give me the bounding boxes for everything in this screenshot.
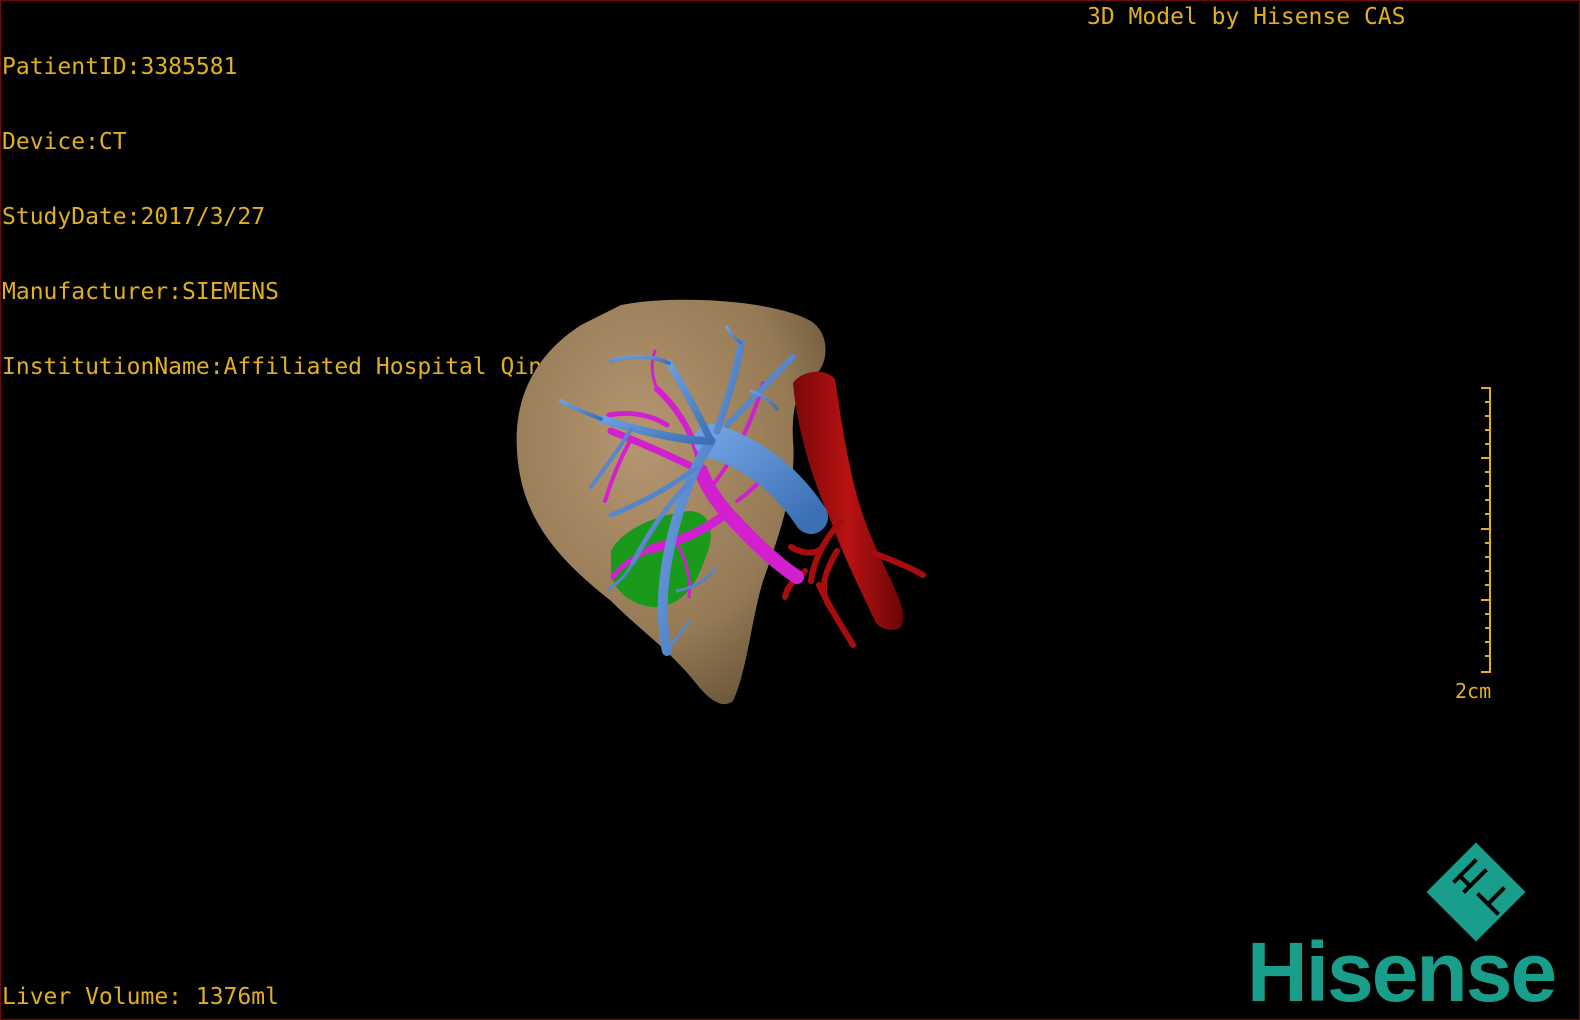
liver-3d-model[interactable] [501,291,941,721]
scale-label: 2cm [1455,679,1492,703]
scale-bar [1481,387,1491,673]
device-text: Device:CT [2,129,127,155]
3d-viewport[interactable]: PatientID:3385581 Device:CT StudyDate:20… [0,0,1580,1020]
study-date-text: StudyDate:2017/3/27 [2,204,266,230]
patient-id-text: PatientID:3385581 [2,54,238,80]
liver-volume-text: Liver Volume: 1376ml [2,984,279,1010]
model-credit-text: 3D Model by Hisense CAS [1087,4,1406,30]
hisense-logo-wordmark: Hisense [1247,925,1557,1019]
